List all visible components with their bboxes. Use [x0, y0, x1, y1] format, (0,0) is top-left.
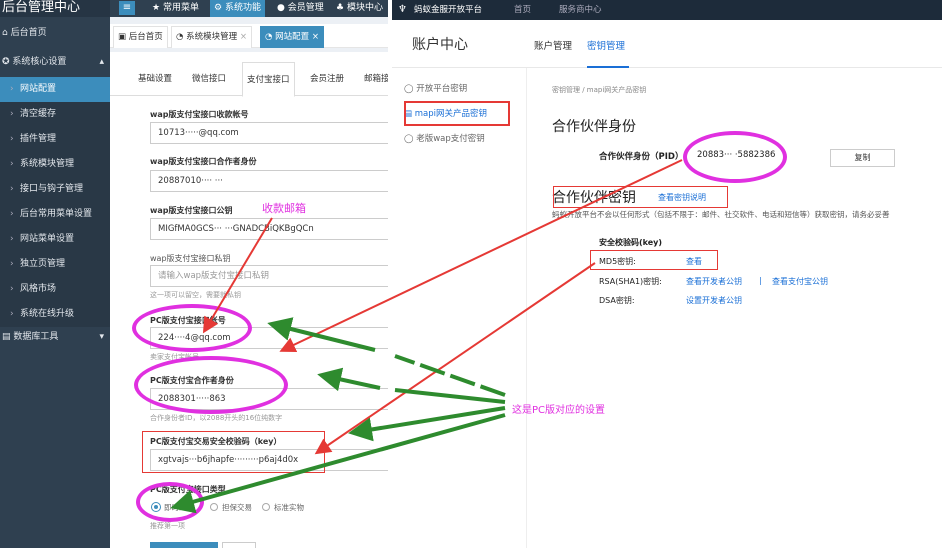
rsa-dev-key-link[interactable]: 查看开发者公钥 [686, 276, 742, 287]
key-security-note: 蚂蚁开放平台不会以任何形式（包括不限于：邮件、社交软件、电话和短信等）获取密钥，… [552, 210, 890, 219]
alipay-header: 账户中心 账户管理 密钥管理 [392, 20, 942, 68]
pc-type-radio-guarantee[interactable]: 担保交易 [210, 502, 252, 513]
highlight-box-key-title [553, 186, 728, 208]
admin-topbar: 后台管理中心 ≡ ★ 常用菜单 ⚙ 系统功能 ● 会员管理 ♣ 模块中心 [0, 0, 392, 17]
rsa-label: RSA(SHA1)密钥: [599, 277, 662, 286]
wap-pid-input[interactable]: 20887010···· ··· [150, 170, 392, 192]
sidebar-item-site-config[interactable]: › 网站配置 [0, 77, 110, 102]
reset-button[interactable] [222, 542, 256, 548]
sidebar-item-admin-menu[interactable]: › 后台常用菜单设置 [0, 202, 110, 227]
config-subtabs: 基础设置 微信接口 支付宝接口 会员注册 邮箱接 [110, 62, 392, 97]
admin-sidebar: ⌂ 后台首页 ✪ 系统核心设置 ▴ › 网站配置 › 清空缓存 › 插件管理 › 系统模块… [0, 17, 110, 548]
sidebar-item-site-menu[interactable]: › 网站菜单设置 [0, 227, 110, 252]
highlight-box-pc-key [142, 431, 325, 473]
dsa-set-link[interactable]: 设置开发者公钥 [686, 295, 742, 306]
alipay-sidebar: ◯ 开放平台密钥 ▤ mapi网关产品密钥 ◯ 老版wap支付密钥 [392, 68, 527, 548]
topmenu-system[interactable]: ⚙ 系统功能 [210, 0, 265, 17]
admin-title: 后台管理中心 [0, 0, 110, 17]
tab-site-config[interactable]: ◔ 网站配置 × [260, 26, 324, 48]
highlight-ellipse-pc-account [132, 304, 252, 352]
side-wap-key[interactable]: ◯ 老版wap支付密钥 [392, 126, 527, 152]
highlight-ellipse-pc-pid [134, 356, 288, 414]
pid-label: 合作伙伴身份（PID） [599, 152, 684, 162]
wap-privkey-input[interactable]: 请输入wap版支付宝接口私钥 [150, 265, 392, 287]
platform-name: 蚂蚁金服开放平台 [414, 5, 483, 15]
sidebar-item-upgrade[interactable]: › 系统在线升级 [0, 302, 110, 327]
alipay-window: ♆ 蚂蚁金服开放平台 首页 服务商中心 账户中心 账户管理 密钥管理 ◯ 开放平… [392, 0, 942, 548]
copy-button[interactable]: 复制 [830, 149, 895, 167]
sidebar-item-pages[interactable]: › 独立页管理 [0, 252, 110, 277]
menu-toggle-icon[interactable]: ≡ [119, 1, 135, 15]
partner-identity-title: 合作伙伴身份 [552, 119, 636, 135]
active-tab-underline [587, 66, 629, 68]
sidebar-group-core[interactable]: ✪ 系统核心设置 ▴ [0, 50, 110, 75]
topnav-home[interactable]: 首页 [514, 0, 531, 20]
side-open-platform-key[interactable]: ◯ 开放平台密钥 [392, 76, 527, 102]
tab-modules[interactable]: ◔ 系统模块管理 × [171, 26, 252, 48]
topmenu-module[interactable]: ♣ 模块中心 [332, 0, 387, 17]
sidebar-item-modules[interactable]: › 系统模块管理 [0, 152, 110, 177]
sidebar-item-plugins[interactable]: › 插件管理 [0, 127, 110, 152]
highlight-ellipse-pid [683, 131, 787, 183]
page-tabs: ▣ 后台首页 ◔ 系统模块管理 × ◔ 网站配置 × [110, 24, 392, 48]
topnav-partner[interactable]: 服务商中心 [559, 0, 602, 20]
topmenu-member[interactable]: ● 会员管理 [273, 0, 328, 17]
subtab-wechat[interactable]: 微信接口 [188, 62, 230, 96]
pc-pid-help: 合作身份者ID，以2088开头的16位纯数字 [150, 414, 283, 422]
annotation-pc-note: 这是PC版对应的设置 [512, 405, 606, 416]
highlight-box-mapi [404, 101, 510, 126]
wap-pubkey-label: wap版支付宝接口公钥 [150, 206, 233, 215]
rsa-alipay-key-link[interactable]: 查看支付宝公钥 [772, 276, 828, 287]
wap-account-label: wap版支付宝接口收款帐号 [150, 110, 249, 119]
ant-logo-icon: ♆ [398, 4, 407, 15]
annotation-email: 收款邮箱 [262, 202, 306, 215]
security-key-label: 安全校验码(key) [599, 238, 663, 247]
wap-privkey-label: wap版支付宝接口私钥 [150, 254, 231, 263]
tab-home[interactable]: ▣ 后台首页 [113, 26, 168, 48]
breadcrumb: 密钥管理 / mapi网关产品密钥 [552, 86, 647, 94]
sidebar-item-themes[interactable]: › 风格市场 [0, 277, 110, 302]
subtab-alipay[interactable]: 支付宝接口 [242, 62, 295, 97]
sidebar-home[interactable]: ⌂ 后台首页 [0, 21, 110, 46]
alipay-topbar: ♆ 蚂蚁金服开放平台 首页 服务商中心 [392, 0, 942, 20]
rsa-separator: | [759, 276, 762, 285]
tab-key-manage[interactable]: 密钥管理 [587, 38, 625, 52]
sidebar-item-clear-cache[interactable]: › 清空缓存 [0, 102, 110, 127]
sidebar-group-db[interactable]: ▤ 数据库工具 ▾ [0, 325, 110, 350]
dsa-label: DSA密钥: [599, 296, 635, 305]
highlight-box-md5 [590, 250, 718, 270]
config-panel: 基础设置 微信接口 支付宝接口 会员注册 邮箱接 wap版支付宝接口收款帐号 1… [110, 52, 392, 548]
topmenu-common[interactable]: ★ 常用菜单 [148, 0, 203, 17]
account-center-title: 账户中心 [412, 37, 468, 53]
tab-account-manage[interactable]: 账户管理 [534, 38, 572, 52]
wap-pid-label: wap版支付宝接口合作者身份 [150, 157, 257, 166]
sidebar-item-hooks[interactable]: › 接口与钩子管理 [0, 177, 110, 202]
pc-type-help: 推荐第一项 [150, 522, 185, 530]
window-divider [388, 0, 392, 548]
subtab-register[interactable]: 会员注册 [306, 62, 348, 96]
submit-button[interactable] [150, 542, 218, 548]
wap-pubkey-input[interactable]: MIGfMA0GCS··· ···GNADCBiQKBgQCn [150, 218, 392, 240]
wap-account-input[interactable]: 10713·····@qq.com [150, 122, 392, 144]
pc-type-radio-standard[interactable]: 标准实物 [262, 502, 304, 513]
subtab-basic[interactable]: 基础设置 [134, 62, 176, 96]
highlight-ellipse-instant [136, 482, 204, 522]
wap-privkey-help: 这一项可以留空，需要就私钥 [150, 291, 241, 299]
